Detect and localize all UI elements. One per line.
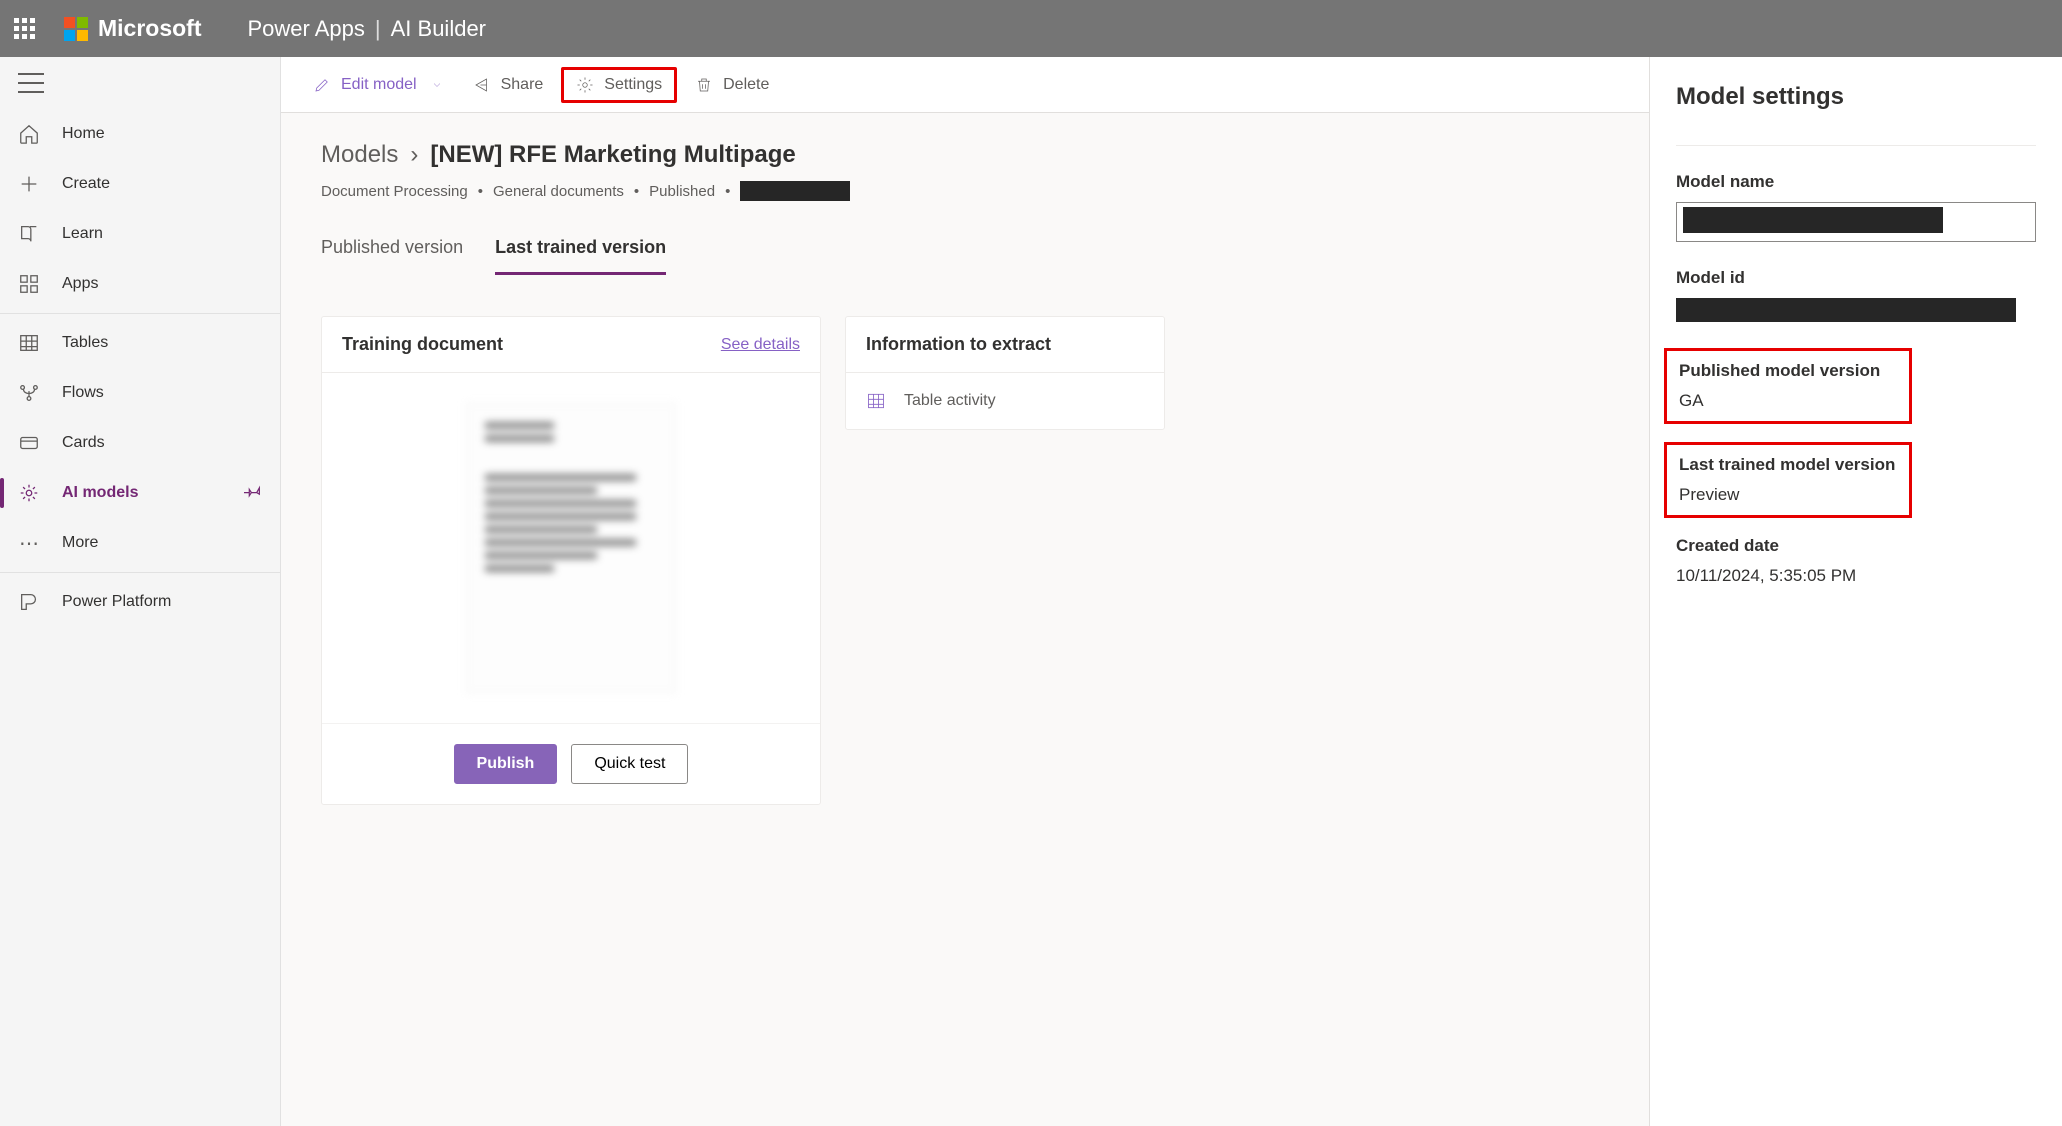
breadcrumb-root[interactable]: Models <box>321 141 398 169</box>
pencil-icon <box>313 76 331 94</box>
home-icon <box>18 123 40 145</box>
trash-icon <box>695 76 713 94</box>
left-nav: Home Create Learn Apps Tables <box>0 57 281 1126</box>
share-button[interactable]: Share <box>461 70 556 100</box>
nav-cards[interactable]: Cards <box>0 418 280 468</box>
card-icon <box>18 432 40 454</box>
edit-model-button[interactable]: Edit model <box>301 70 455 100</box>
chevron-down-icon <box>431 79 443 91</box>
tab-last-trained-version[interactable]: Last trained version <box>495 237 666 275</box>
meta-status: Published <box>649 183 715 200</box>
menu-toggle-icon[interactable] <box>18 73 44 93</box>
nav-label: Power Platform <box>62 593 171 611</box>
book-icon <box>18 223 40 245</box>
microsoft-logo-icon <box>64 17 88 41</box>
settings-button[interactable]: Settings <box>561 67 677 103</box>
created-date-group: Created date 10/11/2024, 5:35:05 PM <box>1676 536 2036 586</box>
breadcrumb: Models › [NEW] RFE Marketing Multipage <box>321 141 1609 169</box>
share-icon <box>473 76 491 94</box>
table-icon <box>866 391 886 411</box>
nav-learn[interactable]: Learn <box>0 209 280 259</box>
nav-label: Learn <box>62 225 103 243</box>
page-title: [NEW] RFE Marketing Multipage <box>430 141 795 169</box>
created-date-value: 10/11/2024, 5:35:05 PM <box>1676 566 2036 586</box>
meta-redacted <box>740 181 850 201</box>
nav-tables[interactable]: Tables <box>0 318 280 368</box>
model-name-input[interactable] <box>1676 202 2036 242</box>
last-trained-version-value: Preview <box>1679 485 1897 505</box>
nav-flows[interactable]: Flows <box>0 368 280 418</box>
info-row-table-activity[interactable]: Table activity <box>846 373 1164 429</box>
chevron-right-icon: › <box>410 141 418 169</box>
document-thumbnail <box>466 403 676 693</box>
meta-type: Document Processing <box>321 183 468 200</box>
global-header: Microsoft Power Apps | AI Builder <box>0 0 2062 57</box>
ai-model-icon <box>18 482 40 504</box>
app-launcher-icon[interactable] <box>14 18 36 40</box>
panel-title: Model settings <box>1676 83 2036 111</box>
created-date-label: Created date <box>1676 536 2036 556</box>
apps-icon <box>18 273 40 295</box>
app-section[interactable]: AI Builder <box>391 16 486 42</box>
nav-label: Tables <box>62 334 108 352</box>
plus-icon <box>18 173 40 195</box>
pin-icon[interactable] <box>244 482 262 505</box>
meta-subtype: General documents <box>493 183 624 200</box>
nav-label: Cards <box>62 434 105 452</box>
power-platform-icon <box>18 591 40 613</box>
publish-button[interactable]: Publish <box>454 744 558 784</box>
document-preview <box>322 373 820 723</box>
nav-home[interactable]: Home <box>0 109 280 159</box>
cmd-label: Edit model <box>341 76 417 94</box>
nav-ai-models[interactable]: AI models <box>0 468 280 518</box>
model-settings-panel: Model settings Model name Model id Publi… <box>1649 57 2062 1126</box>
model-id-redacted <box>1676 298 2016 322</box>
card-title: Training document <box>342 334 503 355</box>
tab-published-version[interactable]: Published version <box>321 237 463 275</box>
version-tabs: Published version Last trained version <box>321 237 1609 276</box>
cmd-label: Settings <box>604 76 662 94</box>
model-id-label: Model id <box>1676 268 2036 288</box>
flow-icon <box>18 382 40 404</box>
published-version-label: Published model version <box>1679 361 1897 381</box>
card-title: Information to extract <box>866 334 1051 355</box>
published-version-group: Published model version GA <box>1664 348 1912 424</box>
nav-apps[interactable]: Apps <box>0 259 280 309</box>
nav-label: Apps <box>62 275 98 293</box>
nav-create[interactable]: Create <box>0 159 280 209</box>
last-trained-version-group: Last trained model version Preview <box>1664 442 1912 518</box>
nav-label: AI models <box>62 484 138 502</box>
content-area: Edit model Share Settings Delete Models … <box>281 57 1649 1126</box>
app-title: Power Apps | AI Builder <box>248 16 487 42</box>
last-trained-version-label: Last trained model version <box>1679 455 1897 475</box>
quick-test-button[interactable]: Quick test <box>571 744 688 784</box>
nav-label: Create <box>62 175 110 193</box>
nav-label: Home <box>62 125 105 143</box>
nav-power-platform[interactable]: Power Platform <box>0 577 280 627</box>
nav-label: Flows <box>62 384 104 402</box>
info-row-label: Table activity <box>904 392 996 410</box>
brand-text: Microsoft <box>98 15 202 42</box>
cmd-label: Share <box>501 76 544 94</box>
model-name-redacted <box>1683 207 1943 233</box>
app-name[interactable]: Power Apps <box>248 16 365 42</box>
table-icon <box>18 332 40 354</box>
model-meta: Document Processing• General documents• … <box>321 181 1609 201</box>
cmd-label: Delete <box>723 76 769 94</box>
published-version-value: GA <box>1679 391 1897 411</box>
more-icon: ⋯ <box>18 532 40 554</box>
model-name-label: Model name <box>1676 172 2036 192</box>
nav-more[interactable]: ⋯ More <box>0 518 280 568</box>
microsoft-logo: Microsoft <box>64 15 202 42</box>
see-details-link[interactable]: See details <box>721 336 800 354</box>
command-bar: Edit model Share Settings Delete <box>281 57 1649 113</box>
gear-icon <box>576 76 594 94</box>
information-extract-card: Information to extract Table activity <box>845 316 1165 430</box>
nav-label: More <box>62 534 98 552</box>
delete-button[interactable]: Delete <box>683 70 781 100</box>
training-document-card: Training document See details P <box>321 316 821 805</box>
